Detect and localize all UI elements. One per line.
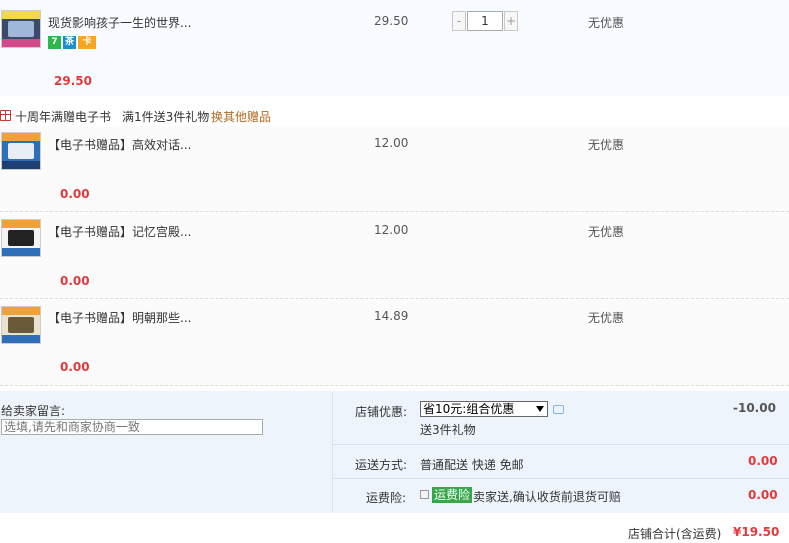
gift-price: 14.89 [374,309,409,323]
quantity-decrease-button[interactable]: - [452,11,466,31]
gift-price: 12.00 [374,223,409,237]
gift-title[interactable]: 【电子书赠品】明朝那些... [48,309,191,326]
gift-subtotal: 0.00 [60,360,90,374]
gift-price: 12.00 [374,136,409,150]
insurance-fee: 0.00 [748,488,778,502]
item-discount: 无优惠 [588,16,625,30]
seven-day-return-icon[interactable]: 7 [48,36,61,49]
gift-discount: 无优惠 [588,311,625,325]
product-thumbnail[interactable] [1,10,41,48]
gift-thumbnail[interactable] [1,219,41,257]
shipping-label: 运送方式: [355,458,408,472]
seller-message-label: 给卖家留言: [1,404,66,418]
gift-thumbnail[interactable] [1,306,41,344]
chevron-down-icon [536,406,544,412]
seller-message-input[interactable] [1,419,263,435]
item-subtotal: 29.50 [54,74,92,88]
gift-thumbnail[interactable] [1,132,41,170]
service-badges: 7茶卡 [48,33,98,49]
gift-subtotal: 0.00 [60,187,90,201]
credit-card-icon[interactable]: 卡 [78,36,96,49]
gift-item-row: 【电子书赠品】记忆宫殿... 12.00 无优惠 0.00 [0,213,789,299]
footer-divider [332,392,333,512]
gift-title[interactable]: 【电子书赠品】记忆宫殿... [48,223,191,240]
gift-discount: 无优惠 [588,138,625,152]
gift-subtotal: 0.00 [60,274,90,288]
shipping-fee: 0.00 [748,454,778,468]
shop-total-label: 店铺合计(含运费) [628,527,722,541]
insurance-tag[interactable]: 运费险 [432,487,473,503]
main-item-row: 现货影响孩子一生的世界... 7茶卡 29.50 - + 无优惠 29.50 [0,0,789,96]
gift-title[interactable]: 【电子书赠品】高效对话... [48,136,191,153]
product-title[interactable]: 现货影响孩子一生的世界... [48,14,191,31]
shop-discount-select[interactable]: 省10元:组合优惠 [420,401,548,417]
shop-total-value: ¥19.50 [733,525,780,539]
gift-item-row: 【电子书赠品】高效对话... 12.00 无优惠 0.00 [0,126,789,212]
quantity-input[interactable] [467,11,503,31]
shipping-method: 普通配送 快递 免邮 [420,458,524,472]
tea-service-icon[interactable]: 茶 [63,36,76,49]
unit-price: 29.50 [374,14,409,28]
shop-discount-value: -10.00 [733,401,776,415]
quantity-increase-button[interactable]: + [504,11,518,31]
promotion-rule: 满1件送3件礼物 [122,110,210,124]
footer-divider [333,444,789,445]
gift-icon [0,110,11,121]
shop-discount-selected: 省10元:组合优惠 [423,402,515,416]
gift-discount: 无优惠 [588,225,625,239]
checkbox-icon[interactable] [420,490,429,499]
gift-item-row: 【电子书赠品】明朝那些... 14.89 无优惠 0.00 [0,300,789,386]
promotion-name: 十周年满赠电子书 [15,110,112,124]
footer-divider [333,478,789,479]
shop-discount-label: 店铺优惠: [355,405,408,419]
insurance-text: 卖家送,确认收货前退货可赔 [473,490,621,504]
chat-icon[interactable] [553,405,564,414]
change-gift-link[interactable]: 换其他赠品 [211,108,271,125]
insurance-label: 运费险: [366,491,407,505]
shop-discount-note: 送3件礼物 [420,423,476,437]
